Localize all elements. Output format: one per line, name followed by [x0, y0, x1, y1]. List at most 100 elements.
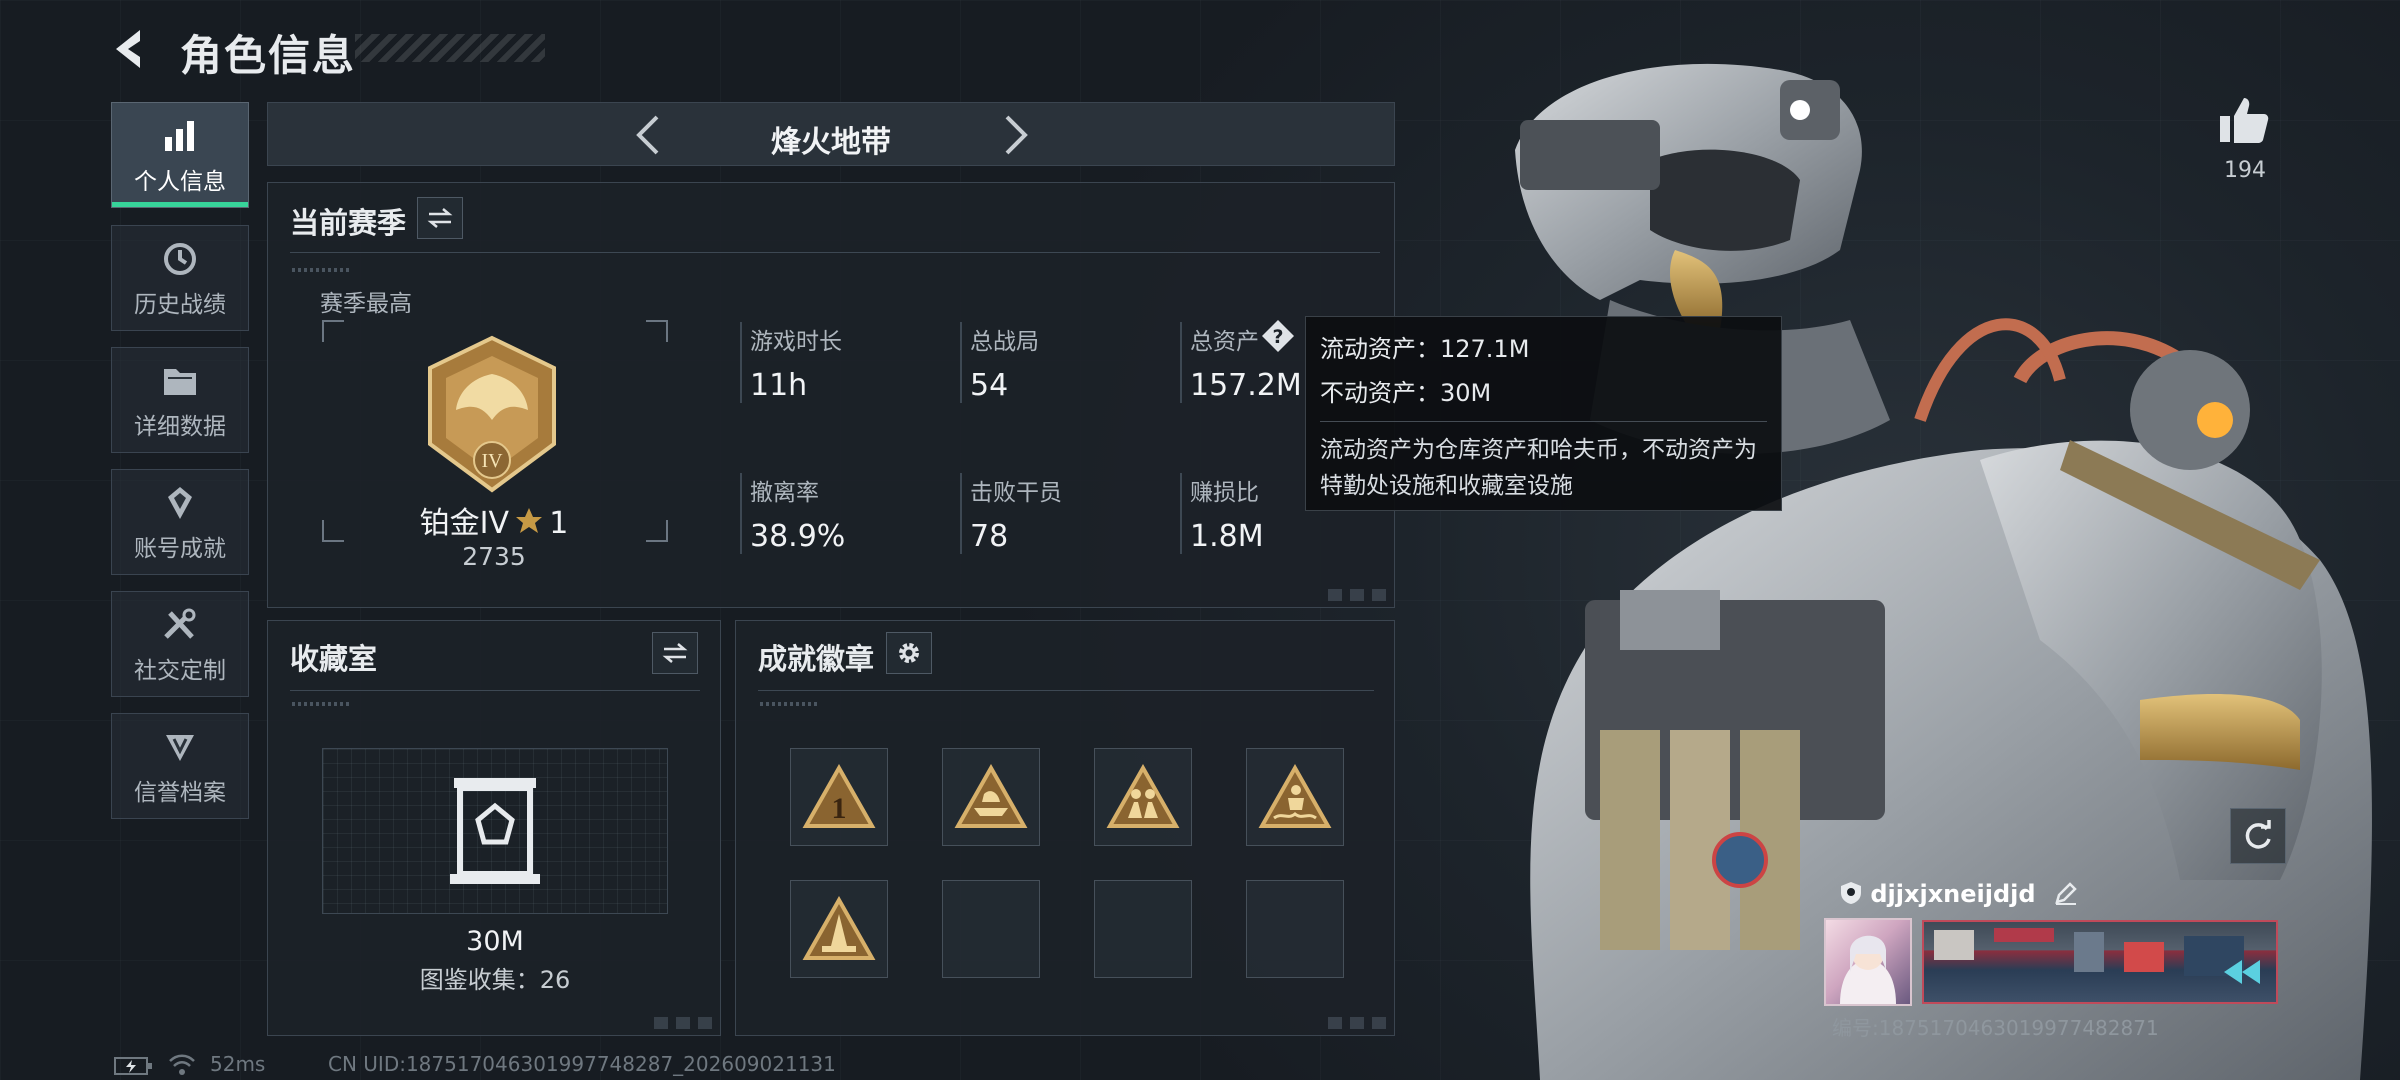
- badges-settings-button[interactable]: [886, 632, 932, 674]
- rotate-model-button[interactable]: [2230, 808, 2286, 864]
- edit-pencil-icon[interactable]: [2054, 881, 2078, 905]
- divider: [758, 690, 1374, 691]
- badge-slot[interactable]: [790, 880, 888, 978]
- sidebar-item-personal-info[interactable]: 个人信息: [111, 102, 249, 208]
- badge-slot-empty[interactable]: [1094, 880, 1192, 978]
- collection-title: 收藏室: [290, 642, 378, 676]
- profile-banner[interactable]: [1922, 920, 2278, 1004]
- season-title: 当前赛季: [290, 206, 407, 240]
- sidebar-item-achievements[interactable]: 账号成就: [111, 469, 249, 575]
- season-best-label: 赛季最高: [320, 291, 412, 317]
- badge-tower-icon: [802, 896, 876, 960]
- credit-icon: [158, 725, 202, 769]
- sidebar-item-social-custom[interactable]: 社交定制: [111, 591, 249, 697]
- display-case-icon: [450, 778, 540, 884]
- user-number: 编号:1875170463019977482871: [1832, 1016, 2159, 1040]
- chevron-right-icon[interactable]: [991, 111, 1039, 159]
- stat-operators-defeated: 击败干员 78: [960, 473, 1062, 554]
- badge-slot[interactable]: [942, 748, 1040, 846]
- badge-slot[interactable]: 1: [790, 748, 888, 846]
- corner-decoration: [654, 1017, 714, 1029]
- stat-play-time: 游戏时长 11h: [740, 322, 842, 403]
- sidebar-item-history[interactable]: 历史战绩: [111, 225, 249, 331]
- rank-stars: 1: [549, 506, 569, 541]
- tick-decoration: [760, 702, 820, 706]
- codex-count: 图鉴收集：26: [419, 966, 571, 994]
- sidebar-item-label: 详细数据: [134, 414, 226, 440]
- shield-icon: [1841, 882, 1861, 904]
- banner-art: [1934, 928, 2260, 984]
- stat-label: 击败干员: [970, 480, 1062, 506]
- ping: 52ms: [210, 1052, 266, 1076]
- swap-icon: [427, 208, 453, 228]
- avatar-portrait: [1840, 935, 1896, 1004]
- frame-corner: [646, 320, 668, 342]
- stat-value: 78: [970, 519, 1009, 554]
- divider: [290, 252, 1380, 253]
- badge-slot[interactable]: [1094, 748, 1192, 846]
- avatar[interactable]: [1824, 918, 1912, 1006]
- badge-rank-one-icon: 1: [802, 764, 876, 828]
- badge-ship-icon: [954, 764, 1028, 828]
- stat-value: 38.9%: [750, 519, 846, 554]
- svg-text:1: 1: [832, 792, 847, 825]
- username-row: djjxjxneijdjd: [1840, 880, 2078, 908]
- sidebar-item-detailed-data[interactable]: 详细数据: [111, 347, 249, 453]
- stat-label: 赚损比: [1190, 480, 1259, 506]
- sidebar-item-label: 信誉档案: [134, 780, 226, 806]
- swap-icon: [662, 643, 688, 663]
- stat-profit-ratio: 赚损比 1.8M: [1180, 473, 1264, 554]
- username: djjxjxneijdjd: [1870, 880, 2036, 908]
- thumbs-up-icon[interactable]: [2218, 94, 2270, 146]
- stat-value: 54: [970, 368, 1009, 403]
- gear-icon: [899, 643, 919, 663]
- stat-extract-rate: 撤离率 38.9%: [740, 473, 845, 554]
- sidebar-item-label: 账号成就: [134, 536, 226, 562]
- assets-tooltip: 流动资产：127.1M 不动资产：30M 流动资产为仓库资产和哈夫币，不动资产为…: [1305, 316, 1782, 511]
- tooltip-fixed-assets: 不动资产：30M: [1320, 379, 1492, 407]
- stat-label: 总战局: [970, 329, 1039, 355]
- bar-chart-icon: [158, 114, 202, 158]
- sidebar-item-label: 个人信息: [134, 169, 226, 195]
- badge-squad-icon: [1106, 764, 1180, 828]
- stat-label: 游戏时长: [750, 329, 842, 355]
- help-icon[interactable]: ?: [1260, 318, 1296, 354]
- badge-slot-empty[interactable]: [1246, 880, 1344, 978]
- folder-icon: [158, 359, 202, 403]
- platinum-rank-emblem: IV: [428, 335, 556, 493]
- badge-slot[interactable]: [1246, 748, 1344, 846]
- svg-text:?: ?: [1272, 326, 1283, 348]
- divider: [290, 690, 700, 691]
- tick-decoration: [292, 702, 352, 706]
- sidebar-item-label: 历史战绩: [134, 292, 226, 318]
- svg-text:IV: IV: [481, 450, 503, 472]
- sidebar-item-label: 社交定制: [134, 658, 226, 684]
- tick-decoration: [292, 268, 352, 272]
- tools-icon: [158, 603, 202, 647]
- back-arrow-icon[interactable]: [110, 26, 156, 72]
- collection-switch-button[interactable]: [652, 632, 698, 674]
- corner-decoration: [1328, 589, 1388, 601]
- wifi-icon: [169, 1054, 195, 1075]
- rotate-icon: [2245, 820, 2271, 849]
- collection-value: 30M: [466, 926, 524, 957]
- stat-value: 1.8M: [1190, 519, 1264, 554]
- badge-wave-icon: [1258, 764, 1332, 828]
- corner-decoration: [1328, 1017, 1388, 1029]
- star-icon: [514, 508, 544, 537]
- rank-name: 铂金IV: [419, 506, 510, 541]
- rank-name-row: 铂金IV 1: [320, 498, 668, 542]
- tooltip-liquid-assets: 流动资产：127.1M: [1320, 335, 1530, 363]
- like-count: 194: [2224, 158, 2266, 183]
- title-decoration: [355, 34, 545, 62]
- uid: CN UID:18751704630199774828​7_2026090211…: [328, 1052, 836, 1076]
- frame-corner: [322, 320, 344, 342]
- stat-value: 11h: [750, 368, 808, 403]
- season-switch-button[interactable]: [417, 197, 463, 239]
- history-icon: [158, 237, 202, 281]
- stat-label: 撤离率: [750, 480, 819, 506]
- achievement-icon: [158, 481, 202, 525]
- badge-slot-empty[interactable]: [942, 880, 1040, 978]
- sidebar-item-credit-record[interactable]: 信誉档案: [111, 713, 249, 819]
- battery-icon: [114, 1057, 152, 1075]
